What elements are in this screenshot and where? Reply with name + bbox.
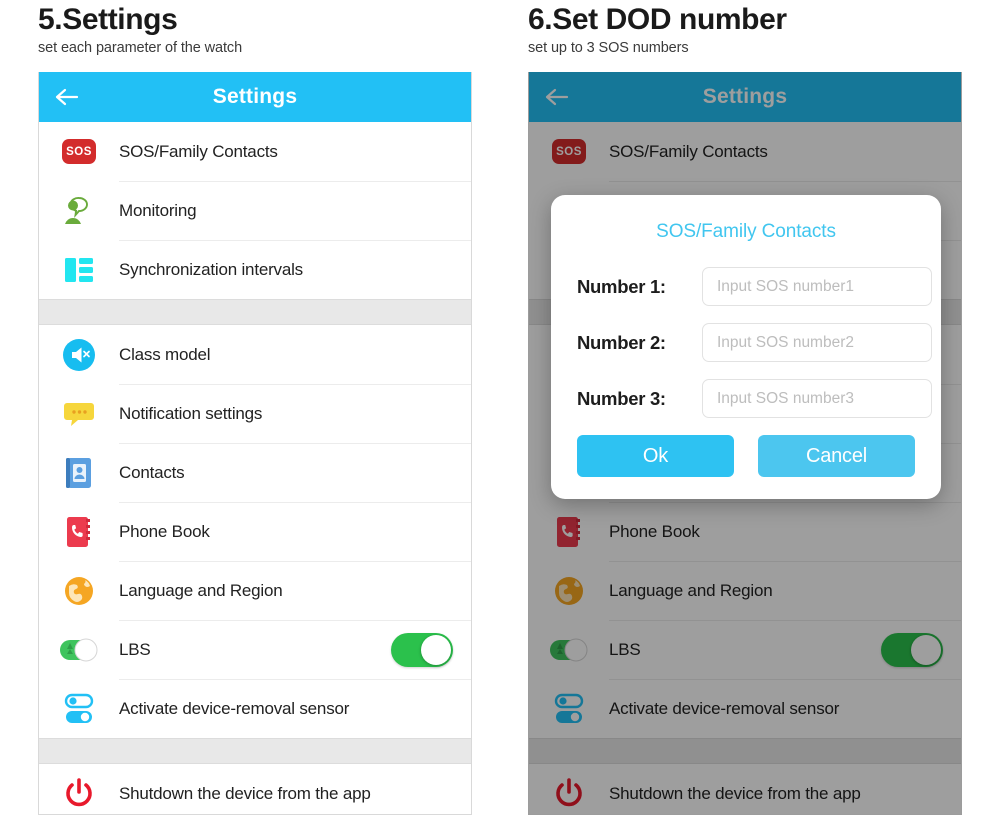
list-item-lbs[interactable]: LBS [529,620,961,679]
list-item-label: Shutdown the device from the app [609,783,861,803]
list-item-sos-family-contacts[interactable]: SOS SOS/Family Contacts [39,122,471,181]
device-removal-icon [554,693,584,723]
monitoring-person-icon [65,196,88,224]
sos-icon: SOS [39,139,119,164]
group-separator [39,299,471,325]
group-separator [529,738,961,764]
list-item-label: Phone Book [609,521,700,541]
number-2-label: Number 2: [577,331,666,353]
phone-screen-settings: Settings SOS SOS/Family Contacts Monitor… [38,72,472,815]
number-1-label: Number 1: [577,275,666,297]
panel-settings: 5.Settings set each parameter of the wat… [38,0,478,815]
list-item-label: Notification settings [119,403,263,423]
back-button[interactable] [529,87,585,107]
list-item-label: Phone Book [119,521,210,541]
app-bar: Settings [39,72,471,122]
cancel-button[interactable]: Cancel [758,435,915,477]
list-item-activate-device-removal-sensor[interactable]: Activate device-removal sensor [529,679,961,738]
list-item-label: SOS/Family Contacts [609,141,768,161]
list-item-language-and-region[interactable]: Language and Region [529,561,961,620]
list-item-shutdown-device[interactable]: Shutdown the device from the app [39,764,471,814]
lbs-toggle-switch[interactable] [881,632,943,667]
group-separator [39,738,471,764]
list-item-label: Shutdown the device from the app [119,783,371,803]
arrow-left-icon [55,88,79,106]
list-item-language-and-region[interactable]: Language and Region [39,561,471,620]
list-item-label: Language and Region [609,580,773,600]
sos-icon: SOS [529,139,609,164]
list-item-phone-book[interactable]: Phone Book [529,502,961,561]
toggle-knob [421,634,451,665]
sos-contacts-dialog: SOS/Family Contacts Number 1: Number 2: … [551,195,941,499]
list-item-shutdown-device[interactable]: Shutdown the device from the app [529,764,961,814]
app-bar-title: Settings [702,85,788,108]
panel-caption-title: 5.Settings [38,3,178,36]
list-item-label: Monitoring [119,200,197,220]
arrow-left-icon [545,88,569,106]
lbs-toggle-icon [60,638,98,661]
phone-book-icon [557,516,580,547]
globe-icon [555,576,583,605]
power-icon [66,777,92,806]
list-item-phone-book[interactable]: Phone Book [39,502,471,561]
list-item-label: Activate device-removal sensor [609,698,840,718]
dialog-title: SOS/Family Contacts [656,221,836,242]
power-icon [556,777,582,806]
phone-book-icon [67,516,90,547]
list-item-label: SOS/Family Contacts [119,141,278,161]
number-3-label: Number 3: [577,387,666,409]
list-item-label: Language and Region [119,580,283,600]
panel-set-dod-number: 6.Set DOD number set up to 3 SOS numbers… [528,0,968,815]
list-item-lbs[interactable]: LBS [39,620,471,679]
sos-number-2-input[interactable] [702,323,932,362]
panel-caption-subtitle: set up to 3 SOS numbers [528,39,689,56]
field-row-number-1: Number 1: [577,267,932,306]
globe-icon [65,576,93,605]
list-item-label: Class model [119,344,211,364]
list-item-label: Synchronization intervals [119,259,303,279]
list-item-label: Contacts [119,462,185,482]
field-row-number-3: Number 3: [577,379,932,418]
panel-caption-subtitle: set each parameter of the watch [38,39,243,56]
list-item-label: Activate device-removal sensor [119,698,350,718]
list-item-label: LBS [609,639,641,659]
settings-list: SOS SOS/Family Contacts Monitoring [39,122,471,814]
sync-intervals-icon [65,257,93,282]
chat-bubble-icon [64,402,94,426]
sos-number-1-input[interactable] [702,267,932,306]
phone-screen-sos-dialog: Settings SOS SOS/Family Contacts Mo [528,72,962,815]
list-item-synchronization-intervals[interactable]: Synchronization intervals [39,240,471,299]
screenshot-root: 5.Settings set each parameter of the wat… [0,0,1000,815]
list-item-activate-device-removal-sensor[interactable]: Activate device-removal sensor [39,679,471,738]
list-item-monitoring[interactable]: Monitoring [39,181,471,240]
list-item-label: LBS [119,639,151,659]
list-item-class-model[interactable]: Class model [39,325,471,384]
list-item-contacts[interactable]: Contacts [39,443,471,502]
sos-number-3-input[interactable] [702,379,932,418]
lbs-toggle-icon [550,638,588,661]
app-bar-title: Settings [212,85,298,108]
app-bar: Settings [529,72,961,122]
back-button[interactable] [39,87,95,107]
dialog-actions: Ok Cancel [577,435,915,477]
list-item-sos-family-contacts[interactable]: SOS SOS/Family Contacts [529,122,961,181]
ok-button[interactable]: Ok [577,435,734,477]
device-removal-icon [64,693,94,723]
panel-caption-title: 6.Set DOD number [528,3,787,36]
contacts-book-icon [66,457,91,488]
field-row-number-2: Number 2: [577,323,932,362]
toggle-knob [911,634,941,665]
lbs-toggle-switch[interactable] [391,632,453,667]
speaker-mute-icon [63,338,95,371]
list-item-notification-settings[interactable]: Notification settings [39,384,471,443]
